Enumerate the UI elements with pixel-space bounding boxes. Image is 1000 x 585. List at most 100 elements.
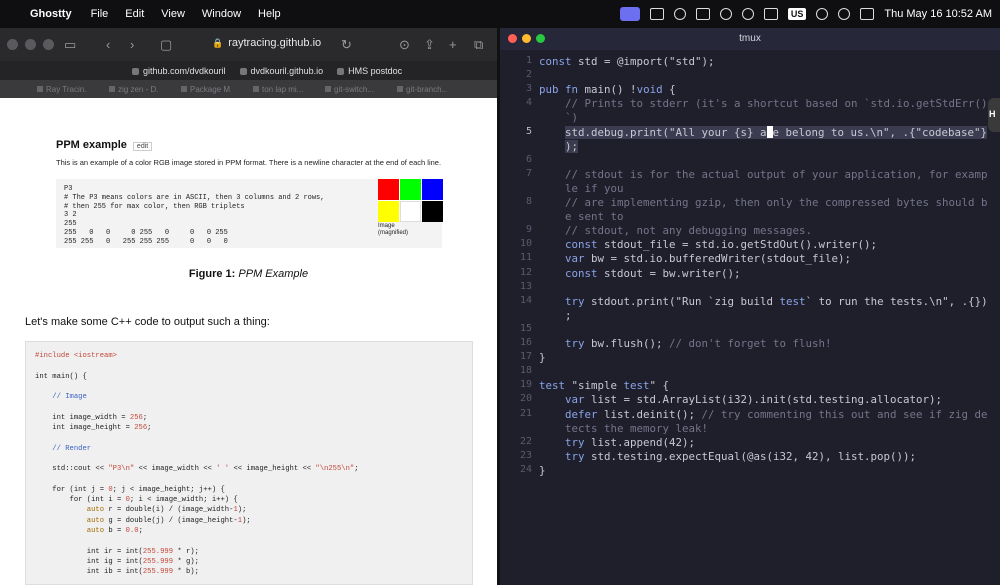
line-number: 13 [519, 280, 532, 292]
code-line[interactable]: 24} [500, 464, 1000, 478]
reload-icon[interactable]: ↻ [341, 37, 352, 53]
code-line[interactable]: le if you [500, 182, 1000, 196]
line-number: 18 [519, 365, 532, 377]
search-icon[interactable] [838, 8, 851, 20]
ppm-swatch [422, 201, 443, 222]
code-line[interactable]: 17} [500, 351, 1000, 365]
screen-share-icon[interactable] [619, 7, 640, 21]
tab-git-branch[interactable]: git-branch... [397, 85, 447, 94]
code-line[interactable]: 2 [500, 69, 1000, 83]
tab-overview-icon[interactable]: ⧉ [474, 37, 483, 53]
code-line[interactable]: 15 [500, 323, 1000, 337]
line-number: 17 [519, 351, 532, 363]
code-line[interactable]: tects the memory leak! [500, 422, 1000, 436]
line-number: 16 [519, 337, 532, 348]
url-text: raytracing.github.io [228, 37, 322, 49]
code-text: std.debug.print("All your {s} ae belong … [565, 125, 988, 139]
tab-raytracing[interactable]: Ray Tracin... [37, 85, 87, 94]
code-line[interactable]: ; [500, 309, 1000, 323]
figure-title: PPM Example [238, 268, 309, 280]
image-caption: Image (magnified) [378, 223, 409, 236]
code-text: test "simple test" { [539, 379, 670, 393]
code-line[interactable]: `) [500, 111, 1000, 125]
code-line[interactable]: 7 // stdout is for the actual output of … [500, 168, 1000, 182]
cpp-code-block: #include <iostream> int main() { // Imag… [35, 352, 359, 577]
code-line[interactable]: 8 // are implementing gzip, then only th… [500, 196, 1000, 210]
code-editor[interactable]: 1 const std = @import("std"); 2 3 pub fn mai… [500, 50, 1000, 585]
menu-edit[interactable]: Edit [125, 8, 144, 20]
terminal-title: tmux [739, 33, 761, 44]
favorite-item[interactable]: dvdkouril.github.io [240, 66, 324, 76]
code-line[interactable]: 1 const std = @import("std"); [500, 55, 1000, 69]
download-icon[interactable]: ⊙ [399, 37, 410, 53]
sidebar-icon[interactable]: ▭ [64, 37, 76, 53]
menu-file[interactable]: File [91, 8, 109, 20]
menu-app-name[interactable]: Ghostty [30, 8, 72, 20]
figure-label: Figure 1: [188, 268, 236, 280]
battery-icon[interactable] [763, 8, 778, 20]
tab-git-switch[interactable]: git-switch... [325, 85, 375, 94]
favorites-bar: github.com/dvdkouril dvdkouril.github.io… [0, 61, 497, 80]
close-button[interactable] [7, 39, 18, 50]
figure-caption: Figure 1: PPM Example [0, 268, 497, 280]
clock[interactable]: Thu May 16 10:52 AM [884, 8, 992, 20]
code-line[interactable]: 21 defer list.deinit(); // try commentin… [500, 408, 1000, 422]
code-line[interactable]: 3 pub fn main() !void { [500, 83, 1000, 97]
safari-window: ▭ ‹ › ▢ 🔒 raytracing.github.io ↻ ⊙ ⇪ + ⧉ … [0, 28, 497, 585]
tab-zig-zen[interactable]: zig zen - D... [109, 85, 159, 94]
back-icon[interactable]: ‹ [106, 37, 110, 52]
dropbox-icon[interactable] [649, 8, 664, 20]
new-tab-icon[interactable]: + [449, 37, 457, 52]
forward-icon[interactable]: › [130, 37, 134, 52]
code-line[interactable]: 12 const stdout = bw.writer(); [500, 267, 1000, 281]
edit-link[interactable]: edit [132, 142, 153, 151]
ppm-swatch [400, 201, 421, 222]
code-line[interactable]: 4 // Prints to stderr (it's a shortcut b… [500, 97, 1000, 111]
reader-icon[interactable]: ▢ [160, 37, 172, 53]
address-bar[interactable]: 🔒 raytracing.github.io [212, 37, 321, 49]
favorite-item[interactable]: HMS postdoc [337, 66, 402, 76]
code-line[interactable]: 18 [500, 365, 1000, 379]
code-line[interactable]: 16 try bw.flush(); // don't forget to fl… [500, 337, 1000, 351]
terminal-window: tmux 1 const std = @import("std"); 2 3 pub f… [500, 28, 1000, 585]
leaf-icon[interactable] [673, 8, 686, 20]
menu-view[interactable]: View [161, 8, 185, 20]
menu-help[interactable]: Help [258, 8, 281, 20]
web-page: PPM example edit This is an example of a … [0, 98, 497, 585]
keyboard-layout-badge[interactable]: US [787, 8, 807, 20]
line-number: 15 [519, 322, 532, 334]
control-center-icon[interactable] [860, 8, 875, 20]
code-line[interactable]: 22 try list.append(42); [500, 436, 1000, 450]
code-line[interactable]: 10 const stdout_file = std.io.getStdOut(… [500, 238, 1000, 252]
tab-package[interactable]: Package M... [181, 85, 231, 94]
minimize-button[interactable] [25, 39, 36, 50]
headphones-icon[interactable] [719, 8, 732, 20]
share-icon[interactable]: ⇪ [424, 37, 435, 53]
code-line[interactable]: 13 [500, 281, 1000, 295]
code-line[interactable]: 20 var list = std.ArrayList(i32).init(st… [500, 393, 1000, 407]
zoom-button[interactable] [43, 39, 54, 50]
code-line[interactable]: e sent to [500, 210, 1000, 224]
code-line[interactable]: 6 [500, 154, 1000, 168]
code-text: // stdout, not any debugging messages. [565, 224, 813, 238]
ppm-example-box: P3 # The P3 means colors are in ASCII, t… [56, 179, 444, 248]
wifi-icon[interactable] [816, 8, 829, 20]
code-line[interactable]: 11 var bw = std.io.bufferedWriter(stdout… [500, 252, 1000, 266]
section-heading: PPM example edit [56, 139, 153, 151]
code-text: e sent to [539, 210, 624, 224]
code-text: var list = std.ArrayList(i32).init(std.t… [565, 393, 943, 407]
plus-icon[interactable] [741, 8, 754, 20]
code-line[interactable]: ); [500, 139, 1000, 154]
menu-window[interactable]: Window [202, 8, 241, 20]
code-line[interactable]: 9 // stdout, not any debugging messages. [500, 224, 1000, 238]
folder-icon[interactable] [695, 8, 710, 20]
favorite-item[interactable]: github.com/dvdkouril [132, 66, 226, 76]
lock-icon: 🔒 [212, 38, 224, 48]
tab-ton-lap[interactable]: ton lap mi... [253, 85, 303, 94]
code-line[interactable]: 19 test "simple test" { [500, 379, 1000, 393]
line-number: 24 [519, 463, 532, 475]
code-line[interactable]: 5 std.debug.print("All your {s} ae belon… [500, 125, 1000, 140]
code-line[interactable]: 23 try std.testing.expectEqual(@as(i32, … [500, 450, 1000, 464]
code-text: } [539, 351, 546, 365]
code-line[interactable]: 14 try stdout.print("Run `zig build test… [500, 295, 1000, 309]
